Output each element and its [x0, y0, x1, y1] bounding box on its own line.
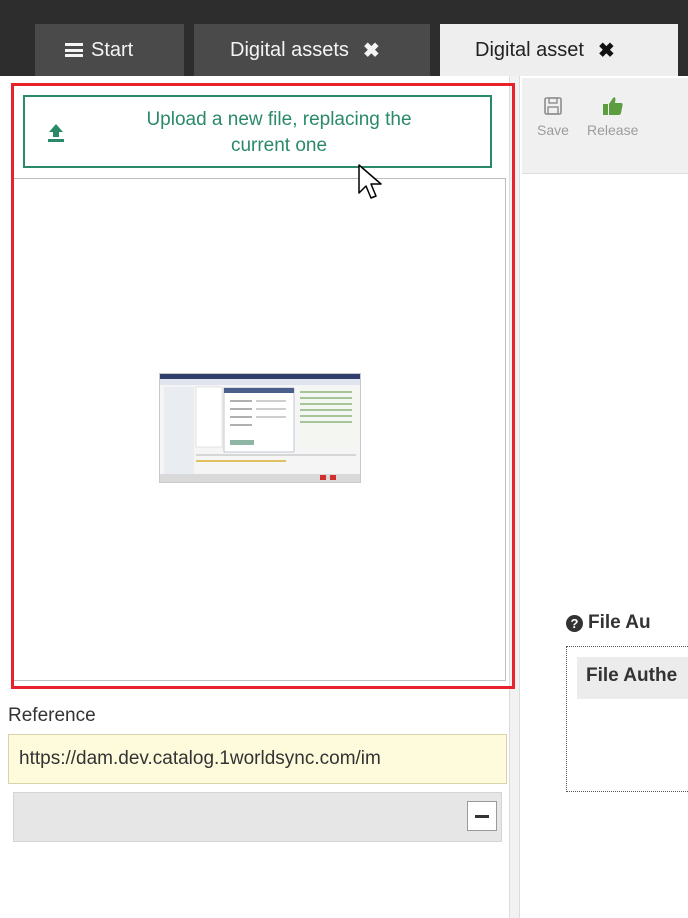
file-authorization-column-header: File Authe: [577, 657, 688, 699]
close-icon[interactable]: ✖: [363, 38, 380, 63]
file-authorization-table: File Authe: [566, 646, 688, 792]
file-preview-thumbnail: [159, 373, 361, 483]
save-label: Save: [537, 122, 569, 138]
reference-field[interactable]: https://dam.dev.catalog.1worldsync.com/i…: [8, 734, 507, 784]
upload-replace-button[interactable]: Upload a new file, replacing the current…: [23, 95, 492, 168]
thumbs-up-icon: [602, 97, 623, 115]
mouse-pointer-icon: [358, 164, 382, 199]
release-button[interactable]: Release: [587, 96, 638, 138]
tab-start-label: Start: [91, 38, 134, 61]
tab-digital-assets-label: Digital assets: [230, 38, 349, 61]
toolbar: Save Release: [522, 78, 688, 174]
tab-start[interactable]: Start: [35, 24, 184, 76]
upload-label-line1: Upload a new file, replacing the: [146, 109, 412, 130]
tab-digital-assets[interactable]: Digital assets ✖: [194, 24, 430, 76]
file-preview-area: [12, 178, 506, 681]
tab-digital-asset-label: Digital asset: [475, 38, 584, 61]
collapse-button[interactable]: [467, 801, 497, 831]
close-icon[interactable]: ✖: [598, 38, 615, 63]
file-authorization-title: ? File Au: [566, 612, 651, 634]
question-icon[interactable]: ?: [566, 614, 583, 632]
release-label: Release: [587, 122, 639, 138]
tab-digital-asset[interactable]: Digital asset ✖: [440, 24, 678, 76]
file-authorization-title-text: File Au: [588, 612, 651, 633]
upload-icon: [48, 124, 64, 142]
pane-splitter[interactable]: [509, 76, 520, 918]
save-button[interactable]: Save: [537, 96, 569, 138]
floppy-icon: [544, 97, 562, 115]
reference-label: Reference: [8, 705, 96, 726]
menu-icon: [65, 43, 83, 57]
minus-icon: [475, 815, 489, 818]
upload-label-line2: current one: [230, 135, 328, 156]
upload-button-label: Upload a new file, replacing the current…: [89, 107, 469, 159]
collapsible-section-header: [13, 792, 502, 842]
